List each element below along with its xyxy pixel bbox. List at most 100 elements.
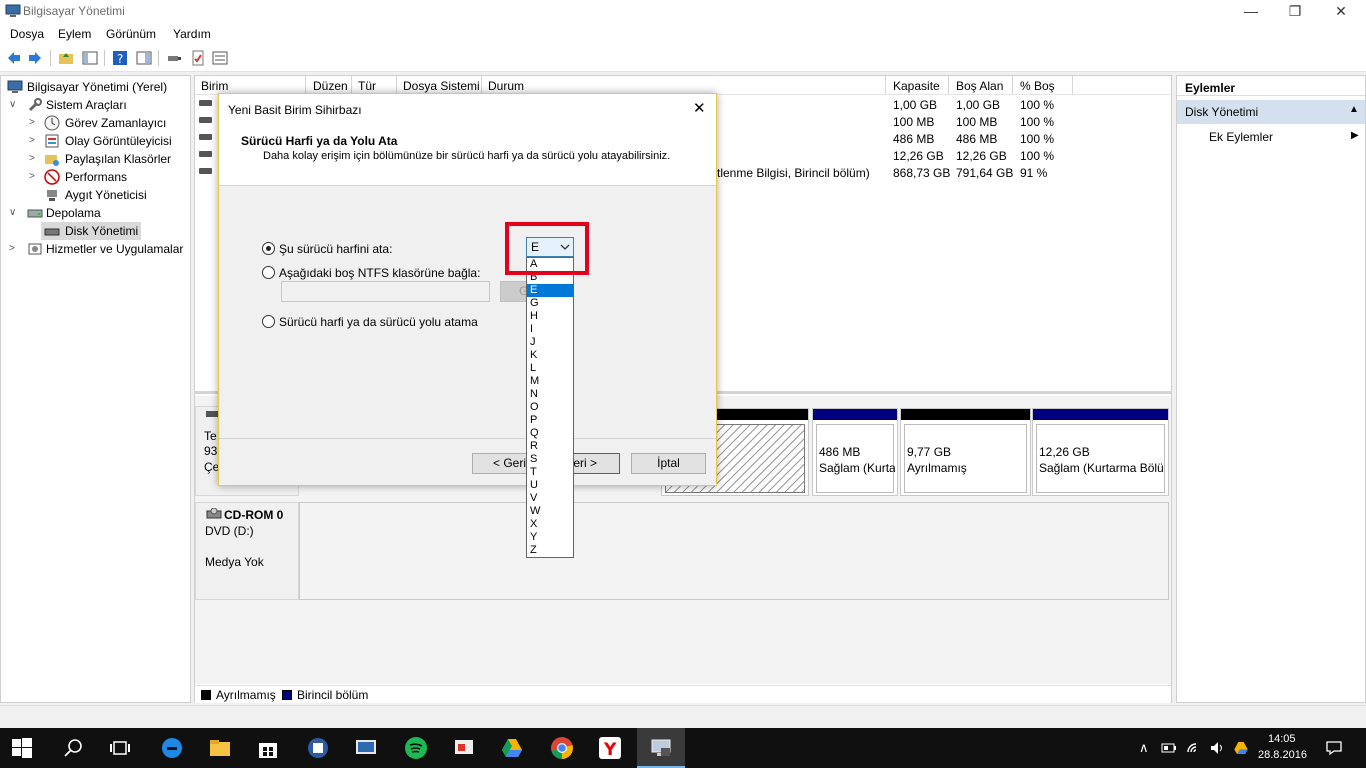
col-duzen[interactable]: Düzen xyxy=(313,79,348,93)
up-folder-icon[interactable] xyxy=(58,50,74,66)
screen-recorder-icon[interactable] xyxy=(452,736,476,760)
radio-no-letter[interactable] xyxy=(262,315,275,328)
spotify-icon[interactable] xyxy=(404,736,428,760)
active-app-highlight[interactable] xyxy=(637,728,685,768)
show-hidden-icons-icon[interactable]: ∧ xyxy=(1139,740,1149,756)
calculator-app-icon[interactable] xyxy=(306,736,330,760)
show-hide-tree-icon[interactable] xyxy=(82,50,98,66)
chevron-right-icon[interactable]: > xyxy=(29,168,39,186)
partition-recovery-486[interactable]: 486 MB Sağlam (Kurta xyxy=(812,408,898,496)
chevron-down-icon[interactable]: ∨ xyxy=(9,204,19,222)
search-icon[interactable] xyxy=(62,736,86,760)
help-icon[interactable]: ? xyxy=(112,50,128,66)
drive-letter-option[interactable]: R xyxy=(527,440,573,453)
chevron-down-icon[interactable]: ∨ xyxy=(9,96,19,114)
task-view-icon[interactable] xyxy=(108,736,132,760)
tree-item-disk-management[interactable]: Disk Yönetimi xyxy=(41,222,141,240)
yandex-browser-icon[interactable]: Y xyxy=(598,736,622,760)
chrome-icon[interactable] xyxy=(550,736,574,760)
clock-date[interactable]: 28.8.2016 xyxy=(1258,749,1307,761)
menu-gorunum[interactable]: Görünüm xyxy=(106,27,156,41)
list-view-icon[interactable] xyxy=(212,50,228,66)
tree-item-computer-management[interactable]: Bilgisayar Yönetimi (Yerel) xyxy=(1,78,190,96)
dialog-close-icon[interactable]: ✕ xyxy=(693,99,706,117)
actions-section-disk-management[interactable]: Disk Yönetimi ▲ xyxy=(1177,100,1365,124)
restore-button[interactable]: ❐ xyxy=(1272,0,1318,24)
radio-mount-folder[interactable] xyxy=(262,266,275,279)
tree-item-services-apps[interactable]: > Hizmetler ve Uygulamalar xyxy=(1,240,190,258)
action-more-actions[interactable]: Ek Eylemler ▶ xyxy=(1177,128,1365,146)
drive-letter-option[interactable]: Y xyxy=(527,531,573,544)
store-icon[interactable] xyxy=(256,736,280,760)
drive-letter-option[interactable]: P xyxy=(527,414,573,427)
tree-item-system-tools[interactable]: ∨ Sistem Araçları xyxy=(1,96,190,114)
remote-desktop-icon[interactable] xyxy=(354,736,378,760)
col-tur[interactable]: Tür xyxy=(358,79,376,93)
volume-icon[interactable] xyxy=(1209,740,1225,756)
chevron-right-icon[interactable]: > xyxy=(29,150,39,168)
collapse-up-icon[interactable]: ▲ xyxy=(1349,104,1359,115)
cdrom-area[interactable] xyxy=(299,502,1169,600)
google-drive-icon[interactable] xyxy=(500,736,524,760)
minimize-button[interactable]: — xyxy=(1228,0,1274,24)
tree-item-storage[interactable]: ∨ Depolama xyxy=(1,204,190,222)
drive-letter-option[interactable]: U xyxy=(527,479,573,492)
google-drive-tray-icon[interactable] xyxy=(1232,740,1250,756)
drive-letter-option[interactable]: I xyxy=(527,323,573,336)
drive-letter-option[interactable]: W xyxy=(527,505,573,518)
file-explorer-icon[interactable] xyxy=(208,736,232,760)
back-arrow-icon[interactable] xyxy=(6,50,22,66)
drive-letter-option[interactable]: G xyxy=(527,297,573,310)
properties-icon[interactable] xyxy=(136,50,152,66)
cancel-button[interactable]: İptal xyxy=(631,453,706,474)
drive-letter-option[interactable]: S xyxy=(527,453,573,466)
chevron-right-icon[interactable]: > xyxy=(9,240,19,258)
edge-browser-icon[interactable] xyxy=(160,736,184,760)
tree-item-device-manager[interactable]: Aygıt Yöneticisi xyxy=(1,186,190,204)
partition-recovery-12gb[interactable]: 12,26 GB Sağlam (Kurtarma Bölü xyxy=(1032,408,1169,496)
col-bos-alan[interactable]: Boş Alan xyxy=(956,79,1003,93)
drive-letter-option[interactable]: O xyxy=(527,401,573,414)
menu-dosya[interactable]: Dosya xyxy=(10,27,44,41)
col-yuzde-bos[interactable]: % Boş xyxy=(1020,79,1055,93)
battery-icon[interactable] xyxy=(1161,741,1177,755)
drive-letter-option[interactable]: K xyxy=(527,349,573,362)
drive-letter-option[interactable]: N xyxy=(527,388,573,401)
col-dosya-sistemi[interactable]: Dosya Sistemi xyxy=(403,79,480,93)
tree-item-performance[interactable]: > Performans xyxy=(1,168,190,186)
tree-item-shared-folders[interactable]: > Paylaşılan Klasörler xyxy=(1,150,190,168)
drive-letter-option[interactable]: X xyxy=(527,518,573,531)
drive-letter-option[interactable]: M xyxy=(527,375,573,388)
chevron-right-icon[interactable]: > xyxy=(29,114,39,132)
menu-yardim[interactable]: Yardım xyxy=(173,27,211,41)
drive-letter-option[interactable]: V xyxy=(527,492,573,505)
drive-letter-option[interactable]: H xyxy=(527,310,573,323)
drive-letter-option[interactable]: J xyxy=(527,336,573,349)
drive-letter-option[interactable]: Q xyxy=(527,427,573,440)
partition-unallocated-2[interactable]: 9,77 GB Ayrılmamış xyxy=(900,408,1031,496)
drive-letter-option[interactable]: Z xyxy=(527,544,573,557)
drive-letter-option[interactable]: T xyxy=(527,466,573,479)
wifi-icon[interactable] xyxy=(1186,740,1204,756)
menu-eylem[interactable]: Eylem xyxy=(58,27,91,41)
col-birim[interactable]: Birim xyxy=(201,79,228,93)
drive-letter-option[interactable]: L xyxy=(527,362,573,375)
close-button[interactable]: ✕ xyxy=(1318,0,1364,24)
chevron-right-icon[interactable]: > xyxy=(29,132,39,150)
connect-icon[interactable] xyxy=(166,50,182,66)
cdrom-label[interactable]: CD-ROM 0 DVD (D:) Medya Yok xyxy=(195,502,299,600)
forward-arrow-icon[interactable] xyxy=(27,50,43,66)
clock-time[interactable]: 14:05 xyxy=(1268,733,1296,745)
mount-path-input[interactable] xyxy=(281,281,490,302)
action-center-icon[interactable] xyxy=(1325,740,1343,756)
check-document-icon[interactable] xyxy=(190,50,206,66)
col-kapasite[interactable]: Kapasite xyxy=(893,79,940,93)
windows-start-icon[interactable] xyxy=(12,738,32,758)
radio-assign-letter[interactable] xyxy=(262,242,275,255)
dialog-title: Yeni Basit Birim Sihirbazı xyxy=(228,103,362,117)
drive-letter-option[interactable]: E xyxy=(527,284,573,297)
tree-item-task-scheduler[interactable]: > Görev Zamanlayıcı xyxy=(1,114,190,132)
browse-button[interactable]: G xyxy=(500,281,528,302)
tree-item-event-viewer[interactable]: > Olay Görüntüleyicisi xyxy=(1,132,190,150)
col-durum[interactable]: Durum xyxy=(488,79,524,93)
